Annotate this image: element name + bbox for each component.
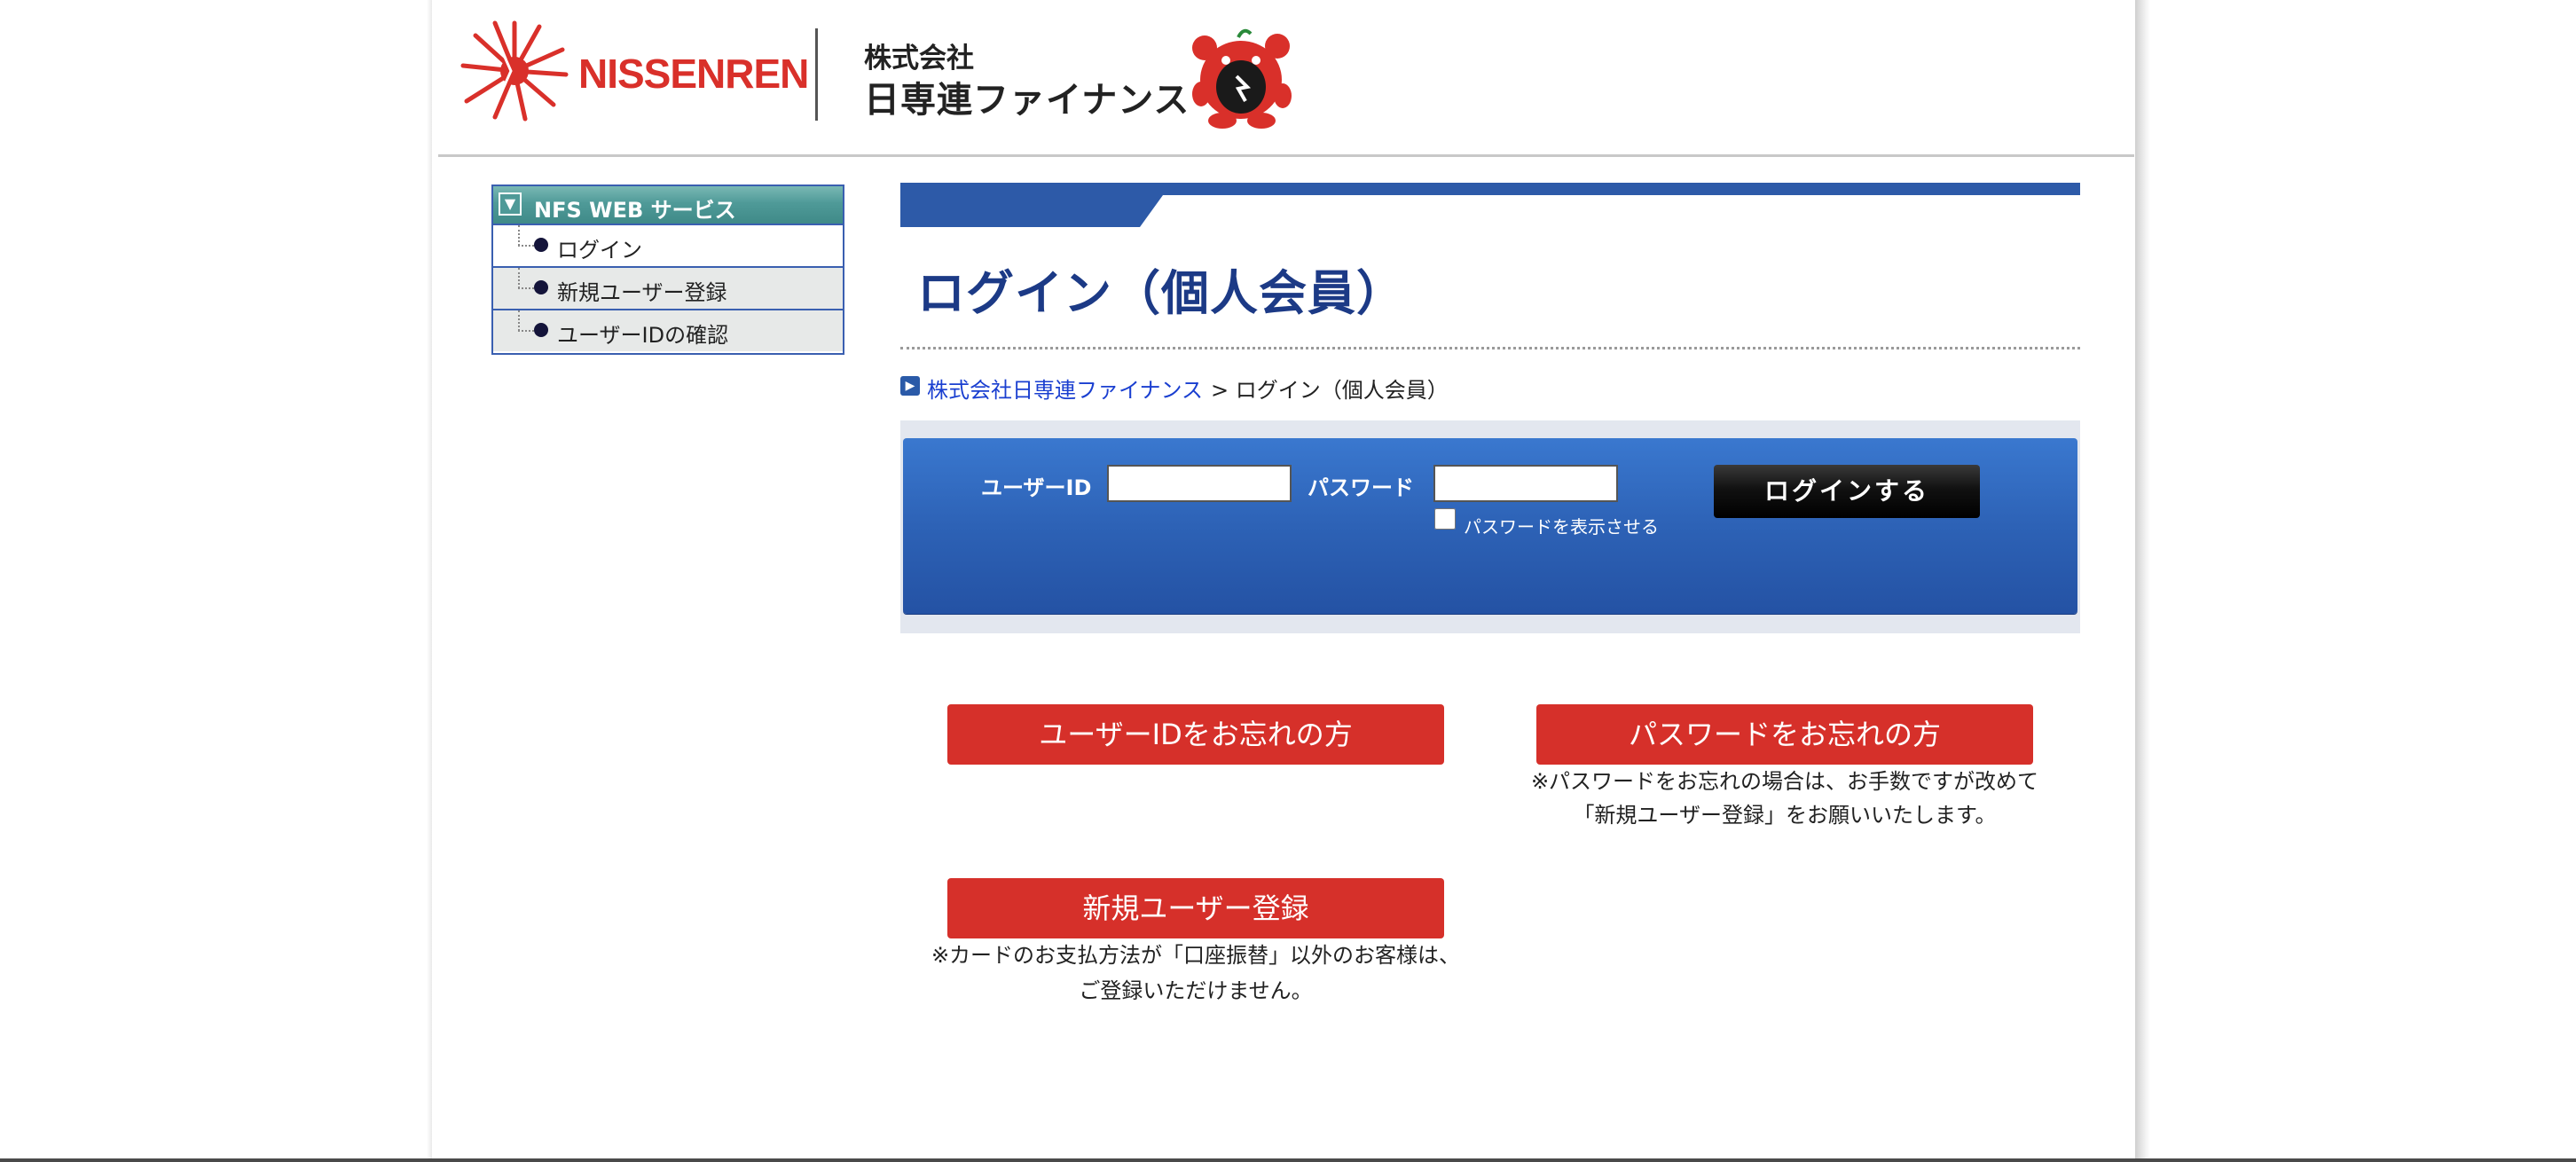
logo-text: NISSENREN bbox=[578, 51, 809, 97]
arrow-right-icon: ▶ bbox=[900, 376, 920, 396]
mascot-character-icon bbox=[1192, 28, 1292, 129]
forgot-password-note-line1: ※パスワードをお忘れの場合は、お手数ですが改めて bbox=[1530, 769, 2039, 794]
nissenren-logo-icon[interactable] bbox=[459, 20, 569, 122]
forgot-password-note-line2: 「新規ユーザー登録」をお願いいたします。 bbox=[1573, 803, 1997, 828]
sidebar-item-label: 新規ユーザー登録 bbox=[557, 280, 727, 305]
show-password-checkbox[interactable] bbox=[1434, 508, 1456, 530]
sidebar-item-confirm-id[interactable]: ユーザーIDの確認 bbox=[493, 309, 843, 351]
forgot-user-id-button[interactable]: ユーザーIDをお忘れの方 bbox=[947, 704, 1444, 765]
show-password-label: パスワードを表示させる bbox=[1464, 516, 1659, 538]
register-note-line1: ※カードのお支払方法が「口座振替」以外のお客様は、 bbox=[931, 943, 1461, 968]
sidebar-nav: ▼ NFS WEB サービス ログイン 新規ユーザー登録 ユーザーIDの確認 bbox=[491, 185, 844, 355]
bullet-icon bbox=[534, 280, 548, 294]
breadcrumb-home-link[interactable]: 株式会社日専連ファイナンス bbox=[927, 373, 1203, 404]
breadcrumb-current: > ログイン（個人会員） bbox=[1211, 378, 1449, 403]
user-id-input[interactable] bbox=[1107, 465, 1292, 502]
bullet-icon bbox=[534, 238, 548, 252]
sidebar-header: ▼ NFS WEB サービス bbox=[493, 186, 843, 224]
company-type: 株式会社 bbox=[864, 43, 974, 75]
logo-divider bbox=[815, 28, 818, 121]
forgot-password-button[interactable]: パスワードをお忘れの方 bbox=[1536, 704, 2033, 765]
sidebar-item-label: ログイン bbox=[557, 238, 642, 263]
title-divider bbox=[900, 347, 2080, 349]
sidebar-item-register[interactable]: 新規ユーザー登録 bbox=[493, 266, 843, 309]
bullet-icon bbox=[534, 323, 548, 337]
sidebar-title: NFS WEB サービス bbox=[534, 198, 736, 223]
register-note-line2: ご登録いただけません。 bbox=[1079, 978, 1313, 1003]
header-divider bbox=[438, 154, 2134, 157]
title-decoration-bar bbox=[900, 183, 2080, 227]
new-user-register-button[interactable]: 新規ユーザー登録 bbox=[947, 878, 1444, 938]
sidebar-item-login[interactable]: ログイン bbox=[493, 224, 843, 266]
bottom-edge bbox=[0, 1158, 2576, 1162]
sidebar-item-label: ユーザーIDの確認 bbox=[557, 323, 729, 348]
triangle-down-icon: ▼ bbox=[499, 192, 522, 216]
login-button[interactable]: ログインする bbox=[1714, 465, 1980, 518]
password-input[interactable] bbox=[1433, 465, 1618, 502]
page-title: ログイン（個人会員） bbox=[917, 265, 1405, 321]
password-label: パスワード bbox=[1308, 475, 1414, 500]
user-id-label: ユーザーID bbox=[981, 475, 1092, 500]
company-name: 日専連ファイナンス bbox=[864, 80, 1190, 121]
